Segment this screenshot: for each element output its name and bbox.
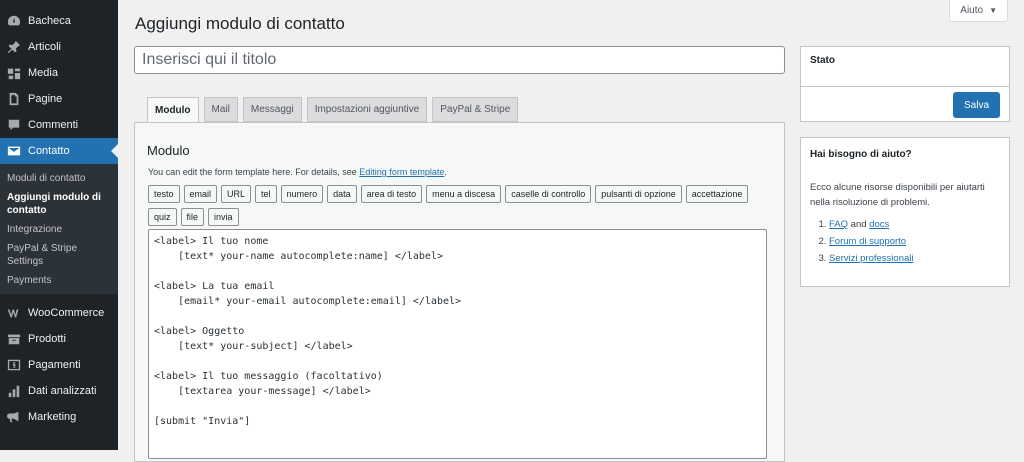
tag-button-caselle-di-controllo[interactable]: caselle di controllo: [505, 185, 592, 203]
tag-button-file[interactable]: file: [180, 208, 205, 226]
form-editor-tabs: Modulo Mail Messaggi Impostazioni aggiun…: [147, 97, 519, 123]
sidebar-item-label: Prodotti: [28, 333, 66, 345]
help-box: Hai bisogno di aiuto? Ecco alcune risors…: [800, 137, 1010, 287]
sidebar-item-label: WooCommerce: [28, 307, 105, 319]
tag-button-tel[interactable]: tel: [255, 185, 277, 203]
tag-button-numero[interactable]: numero: [280, 185, 324, 203]
sidebar-item-bacheca[interactable]: Bacheca: [0, 8, 118, 34]
tag-generator-row-2: quiz file invia: [148, 208, 239, 226]
sidebar-item-dati-analizzati[interactable]: Dati analizzati: [0, 378, 118, 404]
tag-button-pulsanti-di-opzione[interactable]: pulsanti di opzione: [595, 185, 682, 203]
panel-description: You can edit the form template here. For…: [148, 167, 447, 177]
status-box-title: Stato: [801, 47, 1009, 87]
sidebar-item-pagine[interactable]: Pagine: [0, 86, 118, 112]
sidebar-item-label: Pagine: [28, 93, 63, 105]
help-box-text: Ecco alcune risorse disponibili per aiut…: [810, 182, 985, 208]
tag-button-testo[interactable]: testo: [148, 185, 180, 203]
payments-icon: [7, 358, 21, 372]
admin-sidebar: Bacheca Articoli Media Pagine Commenti C…: [0, 0, 118, 450]
sidebar-item-label: Media: [28, 67, 58, 79]
sidebar-item-label: Bacheca: [28, 15, 71, 27]
list-item: FAQ and docs: [829, 216, 1009, 233]
media-icon: [7, 66, 21, 80]
tag-button-accettazione[interactable]: accettazione: [685, 185, 749, 203]
faq-link[interactable]: FAQ: [829, 219, 848, 230]
mail-icon: [7, 144, 21, 158]
tag-button-data[interactable]: data: [327, 185, 357, 203]
tag-button-email[interactable]: email: [183, 185, 218, 203]
sidebar-item-marketing[interactable]: Marketing: [0, 404, 118, 430]
sidebar-item-prodotti[interactable]: Prodotti: [0, 326, 118, 352]
tab-mail[interactable]: Mail: [203, 97, 238, 122]
tab-messaggi[interactable]: Messaggi: [242, 97, 302, 122]
submenu-moduli-di-contatto[interactable]: Moduli di contatto: [0, 169, 118, 188]
sidebar-item-label: Pagamenti: [28, 359, 81, 371]
megaphone-icon: [7, 410, 21, 424]
tag-button-invia[interactable]: invia: [208, 208, 239, 226]
analytics-icon: [7, 384, 21, 398]
products-icon: [7, 332, 21, 346]
and-text: and: [848, 219, 870, 230]
tag-button-quiz[interactable]: quiz: [148, 208, 177, 226]
form-title-input[interactable]: [134, 46, 785, 74]
sidebar-item-label: Contatto: [28, 145, 70, 157]
tag-generator-row-1: testo email URL tel numero data area di …: [148, 185, 749, 203]
submenu-aggiungi-modulo[interactable]: Aggiungi modulo di contatto: [0, 188, 118, 220]
comment-icon: [7, 118, 21, 132]
sidebar-item-articoli[interactable]: Articoli: [0, 34, 118, 60]
tag-button-url[interactable]: URL: [221, 185, 252, 203]
help-tab-button[interactable]: Aiuto ▼: [949, 0, 1008, 22]
contact-submenu: Moduli di contatto Aggiungi modulo di co…: [0, 164, 118, 294]
docs-link[interactable]: docs: [869, 219, 889, 230]
dashboard-icon: [7, 14, 21, 28]
page-title: Aggiungi modulo di contatto: [135, 14, 345, 33]
support-forum-link[interactable]: Forum di supporto: [829, 236, 906, 247]
sidebar-item-label: Articoli: [28, 41, 62, 53]
sidebar-item-pagamenti[interactable]: Pagamenti: [0, 352, 118, 378]
help-resources-list: FAQ and docs Forum di supporto Servizi p…: [801, 216, 1009, 267]
submenu-integrazione[interactable]: Integrazione: [0, 220, 118, 239]
sidebar-item-contatto[interactable]: Contatto: [0, 138, 118, 164]
tag-button-area-di-testo[interactable]: area di testo: [360, 185, 423, 203]
professional-services-link[interactable]: Servizi professionali: [829, 253, 913, 264]
help-box-title: Hai bisogno di aiuto?: [810, 149, 912, 160]
submenu-payments[interactable]: Payments: [0, 271, 118, 290]
tag-button-menu-a-discesa[interactable]: menu a discesa: [426, 185, 502, 203]
sidebar-item-label: Commenti: [28, 119, 79, 131]
sidebar-item-woocommerce[interactable]: WooCommerce: [0, 300, 118, 326]
editing-form-template-link[interactable]: Editing form template: [359, 167, 444, 177]
status-box: Stato Salva: [800, 46, 1010, 122]
description-end: .: [444, 167, 447, 177]
list-item: Forum di supporto: [829, 233, 1009, 250]
pin-icon: [7, 40, 21, 54]
tab-modulo[interactable]: Modulo: [147, 97, 199, 123]
form-panel: Modulo You can edit the form template he…: [134, 122, 785, 462]
sidebar-item-label: Dati analizzati: [28, 385, 97, 397]
list-item: Servizi professionali: [829, 250, 1009, 267]
sidebar-item-label: Marketing: [28, 411, 77, 423]
tab-paypal-stripe[interactable]: PayPal & Stripe: [432, 97, 519, 122]
page-icon: [7, 92, 21, 106]
form-template-editor[interactable]: <label> Il tuo nome [text* your-name aut…: [148, 229, 767, 459]
caret-down-icon: ▼: [989, 6, 997, 15]
woocommerce-icon: [7, 306, 21, 320]
description-text: You can edit the form template here. For…: [148, 167, 360, 177]
sidebar-item-media[interactable]: Media: [0, 60, 118, 86]
submenu-paypal-stripe-settings[interactable]: PayPal & Stripe Settings: [0, 239, 118, 271]
sidebar-item-commenti[interactable]: Commenti: [0, 112, 118, 138]
tab-impostazioni-aggiuntive[interactable]: Impostazioni aggiuntive: [306, 97, 428, 122]
panel-heading: Modulo: [147, 143, 190, 158]
save-button[interactable]: Salva: [952, 92, 1000, 118]
help-label: Aiuto: [960, 5, 984, 16]
